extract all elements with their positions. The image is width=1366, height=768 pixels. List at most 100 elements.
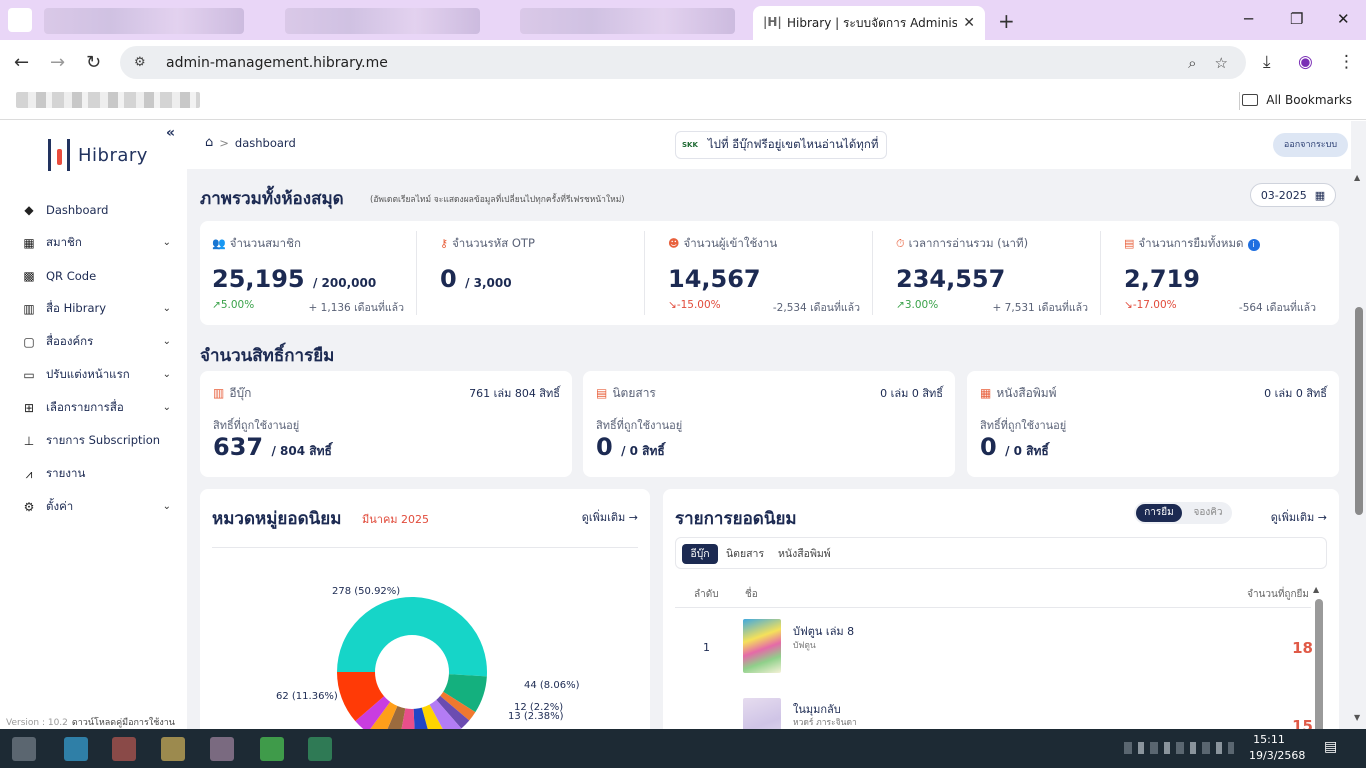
chevron-down-icon: ⌄ <box>162 336 171 347</box>
divider <box>675 607 1311 608</box>
stat-value: 234,557 <box>896 265 1005 293</box>
license-count: 0 เล่ม 0 สิทธิ์ <box>880 387 943 400</box>
sidebar-item-qr-code[interactable]: ▩ QR Code <box>0 259 187 292</box>
system-tray-icons[interactable] <box>1124 742 1234 754</box>
sidebar-item-members[interactable]: ▦ สมาชิก ⌄ <box>0 226 187 259</box>
top-header: ⌂ > dashboard SKK ไปที่ อีบุ๊กฟรีอยู่เขต… <box>187 121 1351 169</box>
tab-magazine[interactable]: นิตยสาร <box>726 544 764 564</box>
taskbar-app-icon[interactable] <box>308 737 332 761</box>
stat-previous: -564 เดือนที่แล้ว <box>1238 302 1316 314</box>
taskbar-app-icon[interactable] <box>210 737 234 761</box>
sidebar-item-customize-home[interactable]: ▭ ปรับแต่งหน้าแรก ⌄ <box>0 358 187 391</box>
window-close-icon[interactable]: ✕ <box>1337 10 1350 28</box>
url-text[interactable]: admin-management.hibrary.me <box>166 55 1188 71</box>
stat-change-value: -17.00% <box>1132 299 1177 311</box>
tab-ebook[interactable]: อีบุ๊ก <box>682 544 718 564</box>
all-bookmarks-button[interactable]: All Bookmarks <box>1242 93 1352 107</box>
info-icon[interactable]: i <box>1247 239 1260 251</box>
address-bar[interactable]: ⚙ admin-management.hibrary.me ⌕ ☆ <box>120 46 1246 79</box>
scroll-up-icon[interactable]: ▲ <box>1313 585 1319 594</box>
blurred-bookmarks[interactable] <box>16 92 200 108</box>
book-cover-image[interactable] <box>743 698 781 729</box>
profile-icon[interactable]: ◉ <box>1298 52 1313 72</box>
ebook-icon: ▥ <box>213 386 225 400</box>
breadcrumb-current[interactable]: dashboard <box>235 136 296 150</box>
sidebar-item-dashboard[interactable]: ◆ Dashboard <box>0 193 187 226</box>
sidebar-item-label: รายการ Subscription <box>46 432 161 447</box>
sidebar-menu: ◆ Dashboard ▦ สมาชิก ⌄ ▩ QR Code ▥ สื่อ Hibra… <box>0 193 187 523</box>
blurred-tab[interactable] <box>520 8 735 34</box>
tab-newspaper[interactable]: หนังสือพิมพ์ <box>778 544 831 564</box>
add-grid-icon: ⊞ <box>23 400 35 415</box>
notification-icon[interactable]: ▤ <box>1324 739 1337 755</box>
see-more-items-link[interactable]: ดูเพิ่มเติม → <box>1271 508 1327 526</box>
reload-icon[interactable]: ↻ <box>86 52 101 73</box>
sidebar-item-settings[interactable]: ⚙ ตั้งค่า ⌄ <box>0 490 187 523</box>
taskbar-app-icon[interactable] <box>64 737 88 761</box>
newspaper-icon: ▦ <box>980 386 992 400</box>
stat-label: ▤ จำนวนการยืมทั้งหมด i <box>1124 235 1260 253</box>
stat-label-text: จำนวนสมาชิก <box>229 236 301 250</box>
sidebar-item-subscription[interactable]: ⊥ รายการ Subscription <box>0 424 187 457</box>
sidebar-item-report[interactable]: ⩘ รายงาน <box>0 457 187 490</box>
active-tab[interactable]: |H| Hibrary | ระบบจัดการ Administrat ✕ <box>753 6 985 40</box>
media-type-tabs: อีบุ๊ก นิตยสาร หนังสือพิมพ์ <box>675 537 1327 569</box>
taskbar-app-icon[interactable] <box>112 737 136 761</box>
minimize-icon[interactable]: ─ <box>1244 10 1253 28</box>
home-icon[interactable]: ⌂ <box>205 135 213 150</box>
month-picker[interactable]: 03-2025 ▦ <box>1250 183 1336 207</box>
browser-menu-icon[interactable] <box>8 8 32 32</box>
sidebar-item-hibrary-media[interactable]: ▥ สื่อ Hibrary ⌄ <box>0 292 187 325</box>
site-info-icon[interactable]: ⚙ <box>134 55 152 70</box>
back-icon[interactable]: ← <box>14 52 29 73</box>
restore-icon[interactable]: ❐ <box>1290 10 1303 28</box>
stat-value-number: 25,195 <box>212 265 305 293</box>
sidebar-item-org-media[interactable]: ▢ สื่อองค์กร ⌄ <box>0 325 187 358</box>
main-content: ⌂ > dashboard SKK ไปที่ อีบุ๊กฟรีอยู่เขต… <box>187 121 1351 729</box>
promo-banner[interactable]: SKK ไปที่ อีบุ๊กฟรีอยู่เขตไหนอ่านได้ทุกท… <box>675 131 887 159</box>
stat-value: 14,567 <box>668 265 761 293</box>
sidebar-item-select-media[interactable]: ⊞ เลือกรายการสื่อ ⌄ <box>0 391 187 424</box>
chart-label: 278 (50.92%) <box>332 586 401 597</box>
bookmark-star-icon[interactable]: ☆ <box>1215 54 1228 72</box>
page-scroll-down-icon[interactable]: ▼ <box>1354 713 1360 722</box>
month-value: 03-2025 <box>1260 188 1307 202</box>
taskbar-app-icon[interactable] <box>260 737 284 761</box>
license-total: / 804 สิทธิ์ <box>271 444 332 458</box>
collapse-sidebar-icon[interactable]: « <box>166 125 175 141</box>
blurred-tab[interactable] <box>285 8 480 34</box>
borrow-toggle-button[interactable]: การยืม <box>1136 504 1182 522</box>
start-icon[interactable] <box>12 737 36 761</box>
table-scrollbar[interactable] <box>1315 599 1323 729</box>
stat-previous: -2,534 เดือนที่แล้ว <box>772 302 860 314</box>
taskbar-clock[interactable]: 15:11 19/3/2568 <box>1249 732 1306 764</box>
browser-toolbar: ← → ↻ ⚙ admin-management.hibrary.me ⌕ ☆ … <box>0 40 1366 86</box>
reserve-toggle-button[interactable]: จองคิว <box>1186 504 1230 522</box>
close-tab-icon[interactable]: ✕ <box>963 15 975 31</box>
zoom-icon[interactable]: ⌕ <box>1188 54 1196 72</box>
taskbar-date: 19/3/2568 <box>1249 749 1306 762</box>
browser-menu-dots-icon[interactable]: ⋮ <box>1338 52 1355 72</box>
new-tab-button[interactable]: + <box>998 9 1015 33</box>
hibrary-logo[interactable]: Hibrary <box>48 139 148 171</box>
sidebar-item-label: รายงาน <box>46 465 86 480</box>
folder-icon <box>1242 94 1259 106</box>
taskbar-app-icon[interactable] <box>161 737 185 761</box>
blurred-tab[interactable] <box>44 8 244 34</box>
layout-icon: ▭ <box>23 367 35 382</box>
logout-button[interactable]: ออกจากระบบ <box>1273 133 1348 157</box>
page-scroll-up-icon[interactable]: ▲ <box>1354 173 1360 182</box>
logo-text: Hibrary <box>78 144 148 166</box>
book-cover-image[interactable] <box>743 619 781 673</box>
borrow-reserve-toggle: การยืม จองคิว <box>1134 502 1232 524</box>
download-manual-link[interactable]: ดาวน์โหลดคู่มือการใช้งาน <box>72 718 175 728</box>
trend-down-icon: ↘ <box>1124 299 1133 311</box>
chevron-down-icon: ⌄ <box>162 369 171 380</box>
license-card-magazine: ▤ นิตยสาร 0 เล่ม 0 สิทธิ์ สิทธิ์ที่ถูกใช้… <box>583 371 955 477</box>
license-label: ▦ หนังสือพิมพ์ <box>980 384 1057 403</box>
forward-icon[interactable]: → <box>50 52 65 73</box>
popular-items-title: รายการยอดนิยม <box>675 509 797 529</box>
stat-members: 👥 จำนวนสมาชิก 25,195 / 200,000 ↗5.00% + 1… <box>200 221 416 325</box>
page-scrollbar[interactable] <box>1355 307 1363 515</box>
download-icon[interactable]: ⤓ <box>1263 52 1271 72</box>
